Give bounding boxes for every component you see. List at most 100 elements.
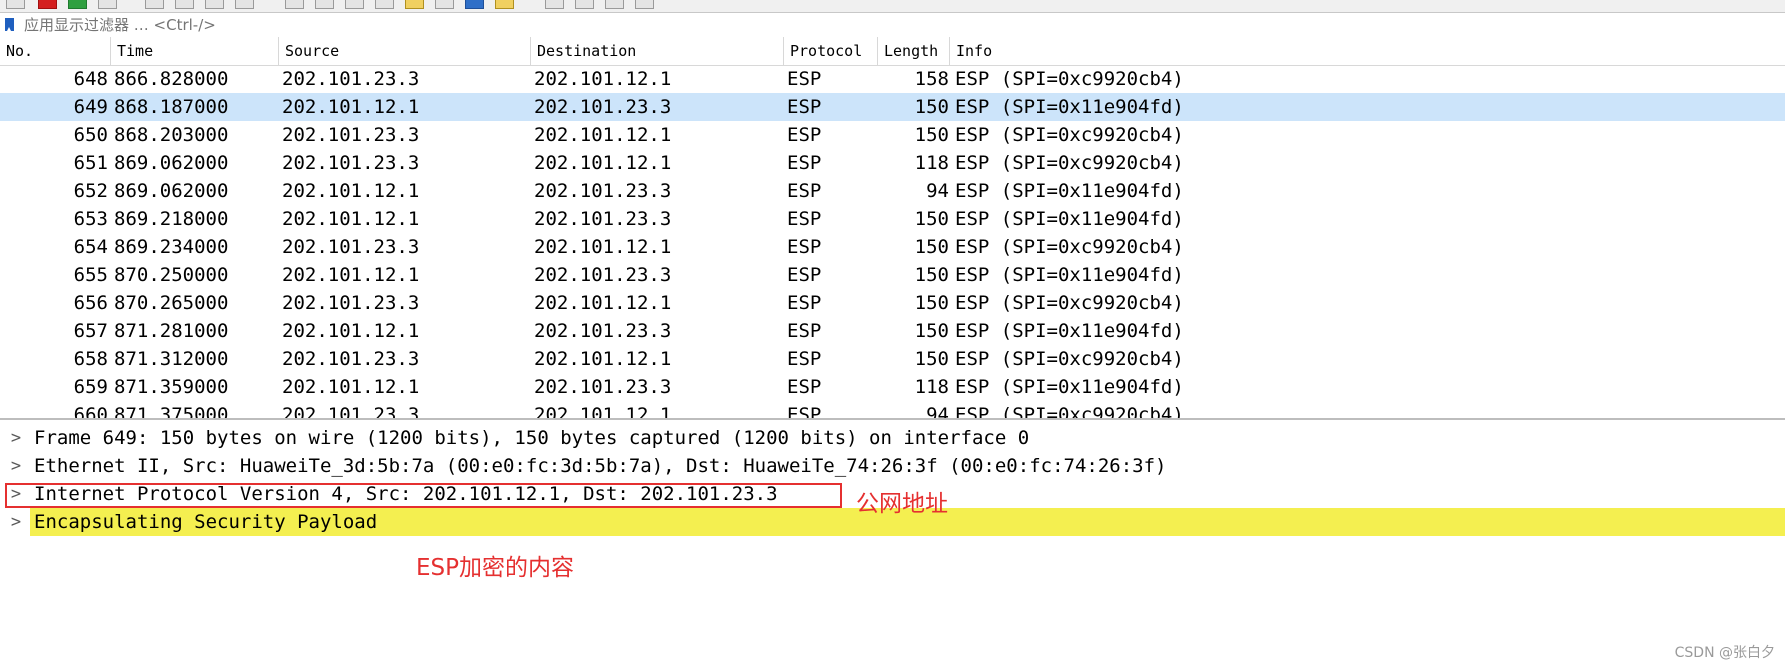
chevron-right-icon[interactable]: >	[9, 508, 23, 536]
column-header-time[interactable]: Time	[111, 37, 279, 65]
packet-time-cell: 870.250000	[114, 264, 229, 286]
packet-row[interactable]: 658 871.312000 202.101.23.3 202.101.12.1 ESP…	[0, 345, 1785, 373]
packet-destination-cell: 202.101.23.3	[534, 208, 672, 230]
column-header-protocol[interactable]: Protocol	[784, 37, 878, 65]
packet-protocol-cell: ESP	[787, 264, 822, 286]
packet-no-cell: 658	[73, 348, 108, 370]
packet-source-cell: 202.101.23.3	[282, 152, 420, 174]
packet-source-cell: 202.101.23.3	[282, 292, 420, 314]
column-header-no[interactable]: No.	[0, 37, 111, 65]
packet-info-cell: ESP (SPI=0xc9920cb4)	[955, 292, 1184, 314]
restart-capture-icon[interactable]	[68, 0, 87, 9]
display-filter-bar	[0, 12, 1785, 38]
go-to-packet-icon[interactable]	[405, 0, 424, 9]
packet-protocol-cell: ESP	[787, 404, 822, 420]
packet-source-cell: 202.101.12.1	[282, 320, 420, 342]
packet-source-cell: 202.101.23.3	[282, 348, 420, 370]
column-header-destination[interactable]: Destination	[531, 37, 784, 65]
packet-no-cell: 657	[73, 320, 108, 342]
packet-no-cell: 651	[73, 152, 108, 174]
packet-length-cell: 94	[926, 180, 949, 202]
packet-destination-cell: 202.101.12.1	[534, 236, 672, 258]
packet-source-cell: 202.101.12.1	[282, 180, 420, 202]
packet-info-cell: ESP (SPI=0xc9920cb4)	[955, 404, 1184, 420]
packet-row[interactable]: 654 869.234000 202.101.23.3 202.101.12.1 ESP…	[0, 233, 1785, 261]
display-filter-input[interactable]	[18, 15, 1785, 34]
packet-row[interactable]: 651 869.062000 202.101.23.3 202.101.12.1 ESP…	[0, 149, 1785, 177]
packet-protocol-cell: ESP	[787, 180, 822, 202]
chevron-right-icon[interactable]: >	[9, 452, 23, 480]
packet-protocol-cell: ESP	[787, 208, 822, 230]
packet-row[interactable]: 649 868.187000 202.101.12.1 202.101.23.3 ESP…	[0, 93, 1785, 121]
column-header-info[interactable]: Info	[950, 37, 1785, 65]
packet-row[interactable]: 659 871.359000 202.101.12.1 202.101.23.3 ESP…	[0, 373, 1785, 401]
packet-destination-cell: 202.101.23.3	[534, 96, 672, 118]
bookmark-icon[interactable]	[5, 18, 14, 31]
packet-time-cell: 869.062000	[114, 180, 229, 202]
packet-length-cell: 118	[914, 152, 949, 174]
packet-row[interactable]: 657 871.281000 202.101.12.1 202.101.23.3 ESP…	[0, 317, 1785, 345]
close-file-icon[interactable]	[205, 0, 224, 9]
go-forward-icon[interactable]	[345, 0, 364, 9]
zoom-out-icon[interactable]	[575, 0, 594, 9]
detail-text: Frame 649: 150 bytes on wire (1200 bits)…	[34, 427, 1030, 449]
open-file-icon[interactable]	[145, 0, 164, 9]
wireshark-window: No. Time Source Destination Protocol Len…	[0, 0, 1785, 668]
packet-no-cell: 652	[73, 180, 108, 202]
packet-row[interactable]: 660 871.375000 202.101.23.3 202.101.12.1 ESP…	[0, 401, 1785, 420]
packet-length-cell: 150	[914, 348, 949, 370]
zoom-in-icon[interactable]	[545, 0, 564, 9]
packet-length-cell: 150	[914, 264, 949, 286]
colorize-icon[interactable]	[495, 0, 514, 9]
detail-text: Encapsulating Security Payload	[34, 511, 378, 533]
first-packet-icon[interactable]	[435, 0, 454, 9]
chevron-right-icon[interactable]: >	[9, 424, 23, 452]
resize-columns-icon[interactable]	[635, 0, 654, 9]
reload-icon[interactable]	[235, 0, 254, 9]
capture-options-icon[interactable]	[98, 0, 117, 9]
save-file-icon[interactable]	[175, 0, 194, 9]
packet-time-cell: 871.281000	[114, 320, 229, 342]
packet-rows: 648 866.828000 202.101.23.3 202.101.12.1 ESP…	[0, 65, 1785, 420]
watermark: CSDN @张白夕	[1674, 645, 1775, 661]
stop-capture-icon[interactable]	[38, 0, 57, 9]
packet-time-cell: 869.218000	[114, 208, 229, 230]
packet-row[interactable]: 652 869.062000 202.101.12.1 202.101.23.3 ESP…	[0, 177, 1785, 205]
packet-source-cell: 202.101.12.1	[282, 376, 420, 398]
column-header-length[interactable]: Length	[878, 37, 950, 65]
find-packet-icon[interactable]	[285, 0, 304, 9]
packet-protocol-cell: ESP	[787, 152, 822, 174]
packet-row[interactable]: 648 866.828000 202.101.23.3 202.101.12.1 ESP…	[0, 65, 1785, 93]
public-address-annotation: 公网地址	[856, 491, 948, 517]
packet-destination-cell: 202.101.23.3	[534, 264, 672, 286]
packet-protocol-cell: ESP	[787, 348, 822, 370]
column-header-source[interactable]: Source	[279, 37, 531, 65]
packet-row[interactable]: 655 870.250000 202.101.12.1 202.101.23.3 ESP…	[0, 261, 1785, 289]
packet-length-cell: 150	[914, 236, 949, 258]
packet-source-cell: 202.101.23.3	[282, 404, 420, 420]
packet-row[interactable]: 653 869.218000 202.101.12.1 202.101.23.3 ESP…	[0, 205, 1785, 233]
packet-length-cell: 150	[914, 124, 949, 146]
packet-length-cell: 94	[926, 404, 949, 420]
packet-no-cell: 654	[73, 236, 108, 258]
packet-no-cell: 660	[73, 404, 108, 420]
packet-length-cell: 118	[914, 376, 949, 398]
align-icon[interactable]	[375, 0, 394, 9]
packet-protocol-cell: ESP	[787, 376, 822, 398]
toolbar-icon[interactable]	[6, 0, 25, 9]
packet-list: No. Time Source Destination Protocol Len…	[0, 37, 1785, 420]
frame-detail-row[interactable]: > Frame 649: 150 bytes on wire (1200 bits…	[0, 424, 1785, 452]
ethernet-detail-row[interactable]: > Ethernet II, Src: HuaweiTe_3d:5b:7a (00…	[0, 452, 1785, 480]
zoom-reset-icon[interactable]	[605, 0, 624, 9]
packet-protocol-cell: ESP	[787, 96, 822, 118]
go-back-icon[interactable]	[315, 0, 334, 9]
packet-destination-cell: 202.101.12.1	[534, 68, 672, 90]
packet-row[interactable]: 656 870.265000 202.101.23.3 202.101.12.1 ESP…	[0, 289, 1785, 317]
packet-time-cell: 869.062000	[114, 152, 229, 174]
last-packet-icon[interactable]	[465, 0, 484, 9]
packet-row[interactable]: 650 868.203000 202.101.23.3 202.101.12.1 ESP…	[0, 121, 1785, 149]
packet-length-cell: 150	[914, 320, 949, 342]
packet-source-cell: 202.101.23.3	[282, 236, 420, 258]
packet-info-cell: ESP (SPI=0xc9920cb4)	[955, 152, 1184, 174]
packet-time-cell: 871.359000	[114, 376, 229, 398]
